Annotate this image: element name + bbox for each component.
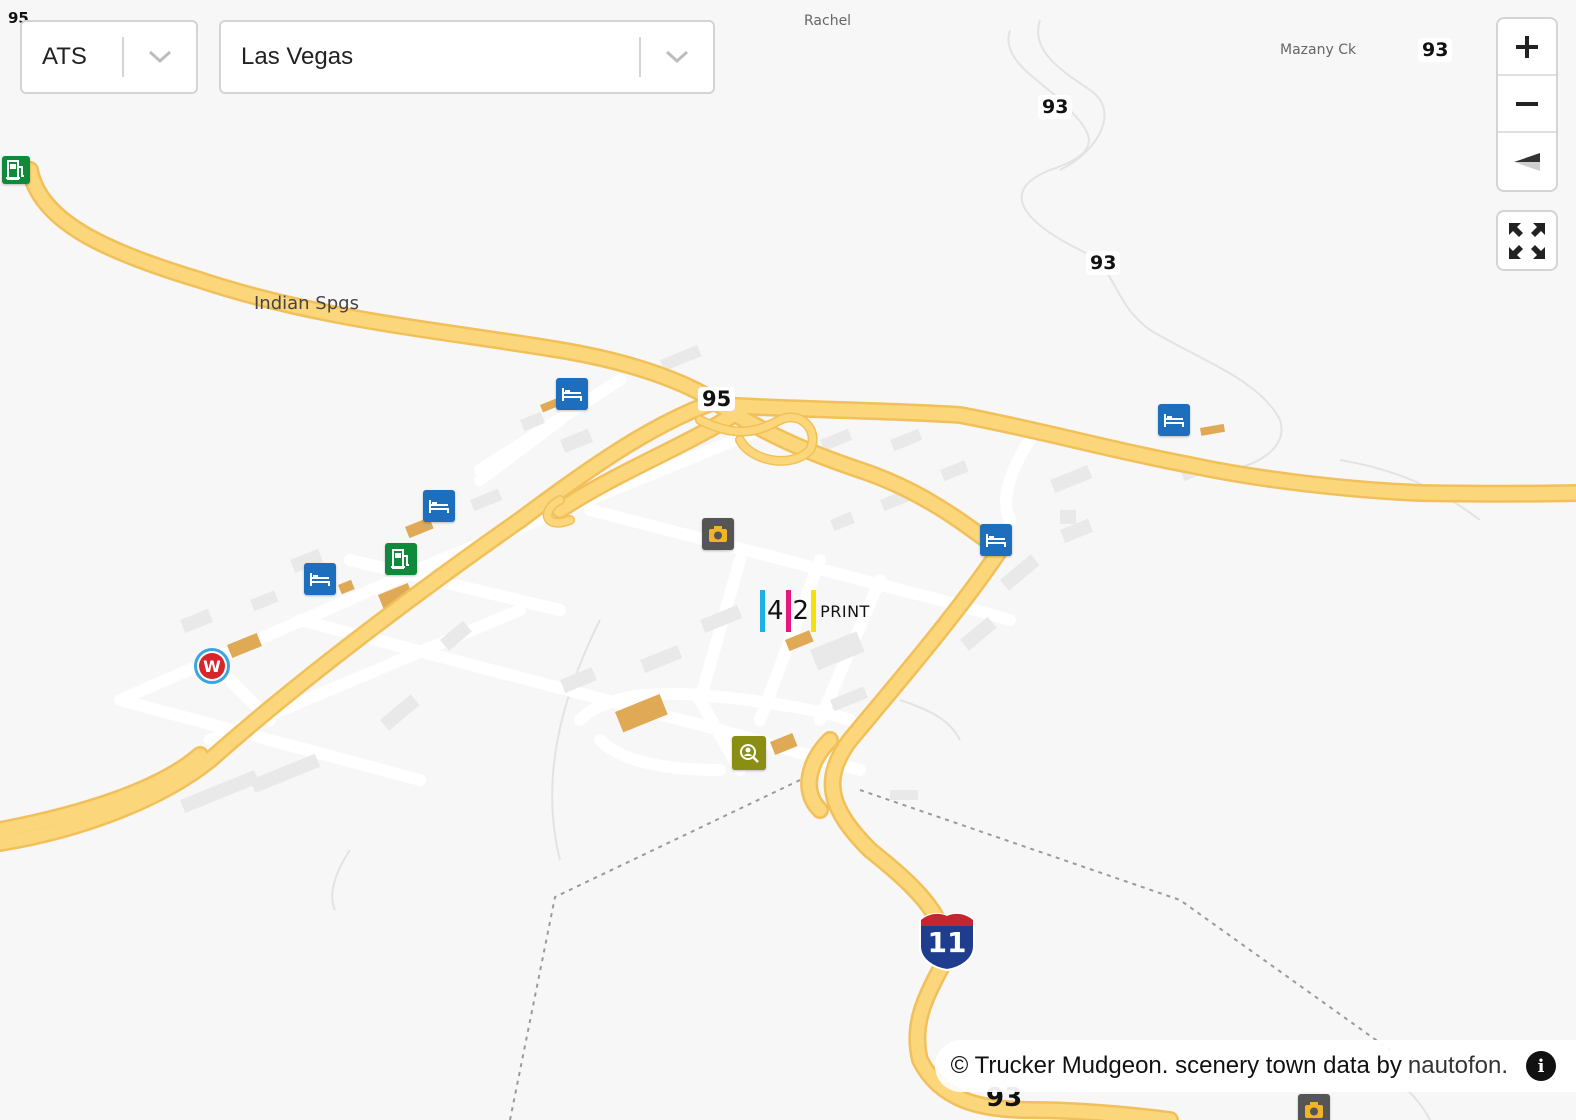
fuel-pump-icon (391, 549, 409, 569)
attribution-text: © Trucker Mudgeon. scenery town data by (950, 1052, 1402, 1079)
hotel-icon[interactable] (1158, 404, 1190, 436)
hotel-icon[interactable] (423, 490, 455, 522)
hotel-icon[interactable] (980, 524, 1012, 556)
game-selector-value: ATS (42, 43, 87, 70)
bed-icon (986, 534, 1006, 547)
zoom-in-button[interactable] (1498, 19, 1556, 76)
bed-icon (562, 388, 582, 401)
company-logo-42print[interactable]: 4 2 PRINT (760, 590, 870, 632)
map-viewport[interactable]: Rachel Mazany Ck Indian Spgs 95 93 93 93… (0, 0, 1576, 1120)
map-navigation-controls (1496, 17, 1558, 192)
chevron-down-icon[interactable] (124, 49, 196, 65)
hotel-icon[interactable] (304, 563, 336, 595)
fullscreen-button[interactable] (1498, 212, 1556, 269)
logo-digit-4: 4 (767, 596, 784, 626)
compass-icon (1514, 152, 1540, 171)
fuel-pump-icon (6, 160, 24, 180)
city-selector-value: Las Vegas (241, 43, 354, 70)
route-label-93-mid: 93 (1086, 251, 1121, 275)
service-shop-icon[interactable]: W (194, 648, 230, 684)
camera-icon[interactable] (1298, 1094, 1330, 1120)
route-label-93-top-right: 93 (1418, 38, 1453, 62)
place-label-indian-springs: Indian Spgs (254, 293, 359, 314)
fullscreen-icon (1509, 222, 1545, 259)
city-selector[interactable]: Las Vegas (219, 20, 715, 94)
plus-icon (1516, 35, 1538, 58)
map-canvas[interactable] (0, 0, 1576, 1120)
camera-icon[interactable] (702, 518, 734, 550)
place-label-rachel: Rachel (804, 13, 852, 29)
zoom-out-button[interactable] (1498, 76, 1556, 133)
map-attribution: © Trucker Mudgeon. scenery town data by … (934, 1040, 1576, 1092)
hotel-icon[interactable] (556, 378, 588, 410)
place-label-mazany: Mazany Ck (1280, 42, 1357, 58)
bed-icon (1164, 414, 1184, 427)
minus-icon (1516, 101, 1538, 106)
game-selector[interactable]: ATS (20, 20, 198, 94)
attribution-link[interactable]: nautofon. (1408, 1052, 1508, 1080)
compass-button[interactable] (1498, 133, 1556, 190)
route-label-95-center: 95 (698, 387, 736, 411)
bed-icon (310, 573, 330, 586)
bed-icon (429, 500, 449, 513)
recruitment-agency-icon[interactable] (732, 736, 766, 770)
info-icon[interactable]: i (1526, 1051, 1556, 1081)
fuel-station-icon[interactable] (385, 543, 417, 575)
fullscreen-control (1496, 210, 1558, 271)
logo-digit-2: 2 (792, 596, 810, 626)
route-label-93-upper: 93 (1038, 95, 1073, 119)
logo-text-print: PRINT (820, 601, 870, 621)
magnifier-person-icon (740, 744, 759, 763)
chevron-down-icon[interactable] (641, 49, 713, 65)
fuel-station-icon[interactable] (2, 156, 30, 184)
interstate-11-number: 11 (927, 926, 967, 959)
